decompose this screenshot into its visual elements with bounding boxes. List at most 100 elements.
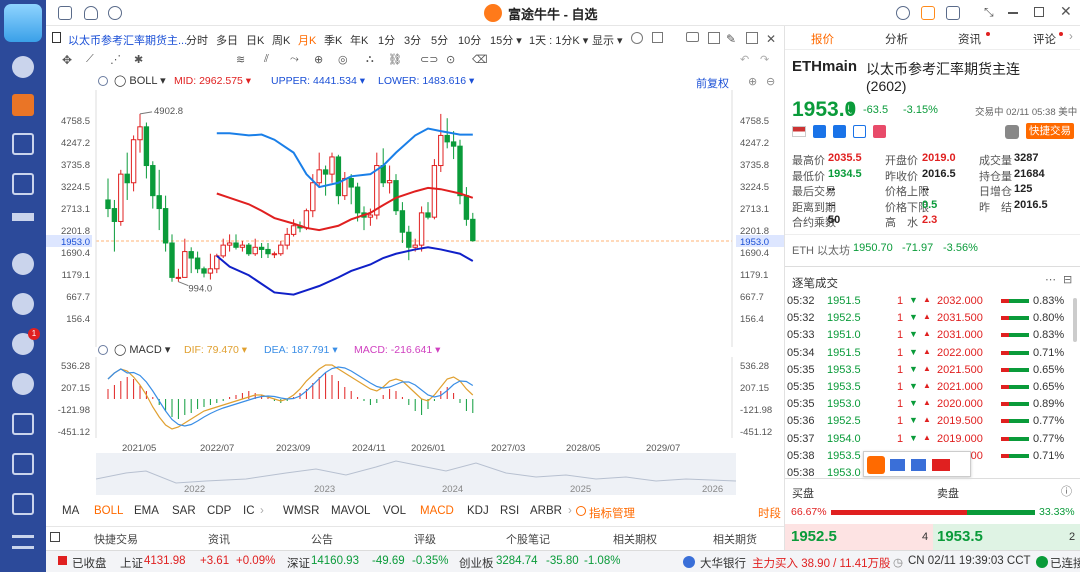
bottom-tab[interactable]: 个股笔记 <box>506 531 550 547</box>
pie-icon[interactable] <box>12 253 34 275</box>
bottom-tab[interactable]: 相关期权 <box>613 531 657 547</box>
indicator-tab[interactable]: VOL <box>383 505 406 517</box>
ime-logo-icon[interactable] <box>867 456 885 474</box>
info-icon[interactable]: ⓘ <box>1061 483 1072 499</box>
tick-row[interactable]: 05:32 1952.5 1 2031.500 0.80% ▼ ▲ <box>785 310 1080 327</box>
bell-icon[interactable] <box>84 6 98 20</box>
period-tab[interactable]: 1分 <box>378 32 395 48</box>
tab-quote[interactable]: 报价 <box>811 31 834 47</box>
doc-icon[interactable] <box>12 493 34 515</box>
ticks-expand-icon[interactable]: ⊟ <box>1063 273 1072 286</box>
clear-tool-icon[interactable]: ⌫ <box>472 53 488 66</box>
period-tab[interactable]: 多日 <box>216 32 238 48</box>
period-tab[interactable]: 年K <box>350 32 368 48</box>
code-icon[interactable] <box>12 453 34 475</box>
quotes-icon[interactable] <box>12 94 34 116</box>
tick-row[interactable]: 05:35 1953.5 1 2021.500 0.65% ▼ ▲ <box>785 362 1080 379</box>
tab-analysis[interactable]: 分析 <box>885 31 908 47</box>
trend-icon[interactable] <box>12 133 34 155</box>
redo-icon[interactable]: ↷ <box>760 53 769 66</box>
quick-trade-button[interactable]: 快捷交易 <box>1026 123 1074 139</box>
measure-tool-icon[interactable]: ⛓ <box>388 53 402 66</box>
indicator-tab[interactable]: RSI <box>500 505 519 517</box>
game-icon[interactable] <box>12 413 34 435</box>
triangle-icon[interactable] <box>833 125 846 138</box>
indicator-tab[interactable]: CDP <box>207 505 231 517</box>
filter-icon[interactable] <box>12 213 34 235</box>
period-tab-active[interactable]: 月K <box>298 32 316 48</box>
tick-row[interactable]: 05:35 1953.0 1 2020.000 0.89% ▼ ▲ <box>785 396 1080 413</box>
bottom-tab[interactable]: 评级 <box>414 531 436 547</box>
bottom-tab[interactable]: 公告 <box>311 531 333 547</box>
tick-row[interactable]: 05:37 1954.0 1 2019.000 0.77% ▼ ▲ <box>785 431 1080 448</box>
tick-row[interactable]: 05:32 1951.5 1 2032.000 0.83% ▼ ▲ <box>785 293 1080 310</box>
ticks-scrollbar[interactable] <box>1073 298 1077 342</box>
indicator-tab[interactable]: MA <box>62 505 79 517</box>
symbol-link[interactable]: 以太币参考汇率期货主... <box>68 32 187 48</box>
tick-row[interactable]: 05:36 1952.5 1 2019.500 0.77% ▼ ▲ <box>785 413 1080 430</box>
favorite-icon[interactable] <box>873 125 886 138</box>
app-logo[interactable] <box>4 4 42 42</box>
close-chart-icon[interactable]: ✕ <box>766 32 776 46</box>
ime-controls[interactable] <box>890 459 950 471</box>
headset-icon[interactable] <box>896 6 910 20</box>
period-tab[interactable]: 周K <box>272 32 290 48</box>
close-icon[interactable]: ✕ <box>1060 3 1072 20</box>
menu-icon[interactable] <box>12 535 34 549</box>
tab-news[interactable]: 资讯 <box>958 31 981 47</box>
kline-chart[interactable]: ◯ BOLL ▾ MID: 2962.575 ▾ UPPER: 4441.534… <box>46 72 784 347</box>
index-value[interactable]: 3284.74 <box>496 555 538 567</box>
scroll-right-icon[interactable]: › <box>260 505 264 517</box>
collapse-panel-icon[interactable] <box>50 532 60 542</box>
period-tab[interactable]: 日K <box>246 32 264 48</box>
period-tab[interactable]: 3分 <box>404 32 421 48</box>
pattern-tool-icon[interactable]: ⋰ <box>110 53 121 66</box>
user-icon[interactable] <box>12 56 34 78</box>
undo-icon[interactable]: ↶ <box>740 53 749 66</box>
calendar-icon[interactable] <box>853 125 866 138</box>
ticks-more-icon[interactable]: ⋯ <box>1045 273 1056 286</box>
text-tool-icon[interactable]: ⛬ <box>366 53 374 66</box>
niuniu-icon[interactable] <box>12 293 34 315</box>
checkbox-icon[interactable] <box>652 32 663 43</box>
period-tab[interactable]: 10分 <box>458 32 481 48</box>
indicator-tab[interactable]: WMSR <box>283 505 319 517</box>
indicator-manage-icon[interactable] <box>576 506 586 516</box>
moon-icon[interactable] <box>12 373 34 395</box>
news-bank[interactable]: 大华银行 <box>700 555 746 571</box>
layout-icon[interactable] <box>58 6 72 20</box>
bottom-tab[interactable]: 相关期货 <box>713 531 757 547</box>
fib-tool-icon[interactable]: ≋ <box>236 53 245 66</box>
minimize-icon[interactable] <box>1008 12 1018 14</box>
period-tab[interactable]: 分时 <box>186 32 208 48</box>
period-tab[interactable]: 1天 : 1分K ▾ <box>529 32 588 48</box>
macd-chart[interactable]: ◯ MACD ▾ DIF: 79.470 ▾ DEA: 187.791 ▾ MA… <box>46 343 784 453</box>
lightning-icon[interactable] <box>813 125 826 138</box>
bag-icon[interactable] <box>921 6 935 20</box>
index-value[interactable]: 14160.93 <box>311 555 359 567</box>
fullscreen-icon[interactable] <box>708 32 720 44</box>
tabs-more-icon[interactable]: › <box>1069 31 1073 43</box>
timeline-navigator[interactable]: 2022 2023 2024 2025 2026 <box>96 453 736 495</box>
layout-icon[interactable] <box>746 32 758 44</box>
line-tool-icon[interactable]: ⟋ <box>86 53 94 66</box>
display-dropdown[interactable]: 显示 ▾ <box>592 32 623 48</box>
bottom-tab[interactable]: 资讯 <box>208 531 230 547</box>
news-info[interactable]: 主力买入 38.90 / 11.41万股 <box>752 555 890 571</box>
camera-icon[interactable] <box>686 32 699 42</box>
indicator-tab[interactable]: MAVOL <box>331 505 370 517</box>
collapse-icon[interactable]: ⤡ <box>984 5 994 20</box>
scroll-right-icon[interactable]: › <box>568 505 572 517</box>
indicator-tab[interactable]: ARBR <box>530 505 562 517</box>
search-icon[interactable] <box>108 6 122 20</box>
indicator-tab[interactable]: SAR <box>172 505 196 517</box>
tab-comments[interactable]: 评论 <box>1033 31 1056 47</box>
maximize-icon[interactable] <box>1034 7 1044 17</box>
period-tab[interactable]: 15分 ▾ <box>490 32 522 48</box>
eth-label[interactable]: ETH 以太坊 <box>792 242 850 258</box>
bottom-tab[interactable]: 快捷交易 <box>94 531 138 547</box>
trade-icon[interactable] <box>12 173 34 195</box>
shape-tool-icon[interactable]: ✱ <box>134 53 143 66</box>
parallel-tool-icon[interactable]: ⫽ <box>264 53 269 66</box>
period-tab[interactable]: 季K <box>324 32 342 48</box>
